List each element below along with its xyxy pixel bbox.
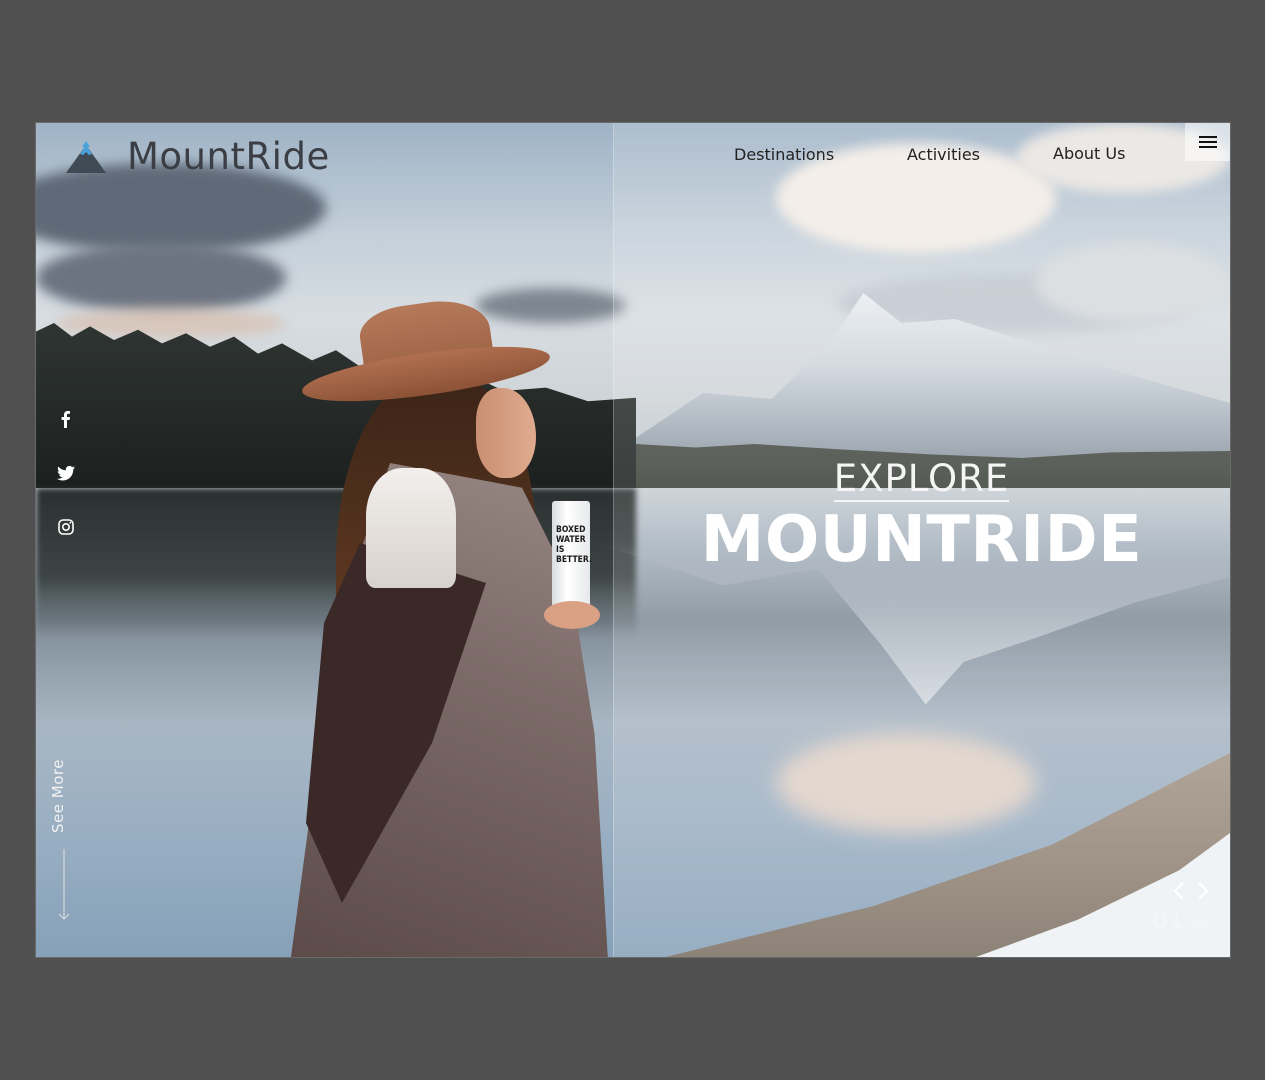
chevron-right-icon [1198,882,1209,900]
slide-counter: 01/04 [1152,905,1208,934]
instagram-icon [58,519,74,535]
twitter-link[interactable] [56,463,76,483]
carton-label: BOXED WATER IS BETTER. [556,525,592,565]
social-links [56,409,76,537]
see-more-link[interactable]: See More [49,759,79,923]
hero-headline: MOUNTRIDE [700,503,1143,577]
slider-arrows [1164,880,1212,902]
slide-total: /04 [1185,916,1208,932]
slider-next-button[interactable] [1194,880,1212,902]
slide-current: 01 [1151,905,1186,934]
slider-prev-button[interactable] [1170,880,1188,902]
arrow-down-icon [58,849,70,920]
hero-eyebrow[interactable]: EXPLORE [833,457,1010,502]
see-more-label: See More [49,759,67,833]
facebook-icon [61,411,70,428]
chevron-left-icon [1173,882,1184,900]
facebook-link[interactable] [56,409,76,429]
instagram-link[interactable] [56,517,76,537]
hero-text: EXPLORE MOUNTRIDE [613,123,1230,957]
hero-section: BOXED WATER IS BETTER. MountRide Destina… [36,123,1230,957]
twitter-icon [57,465,75,481]
